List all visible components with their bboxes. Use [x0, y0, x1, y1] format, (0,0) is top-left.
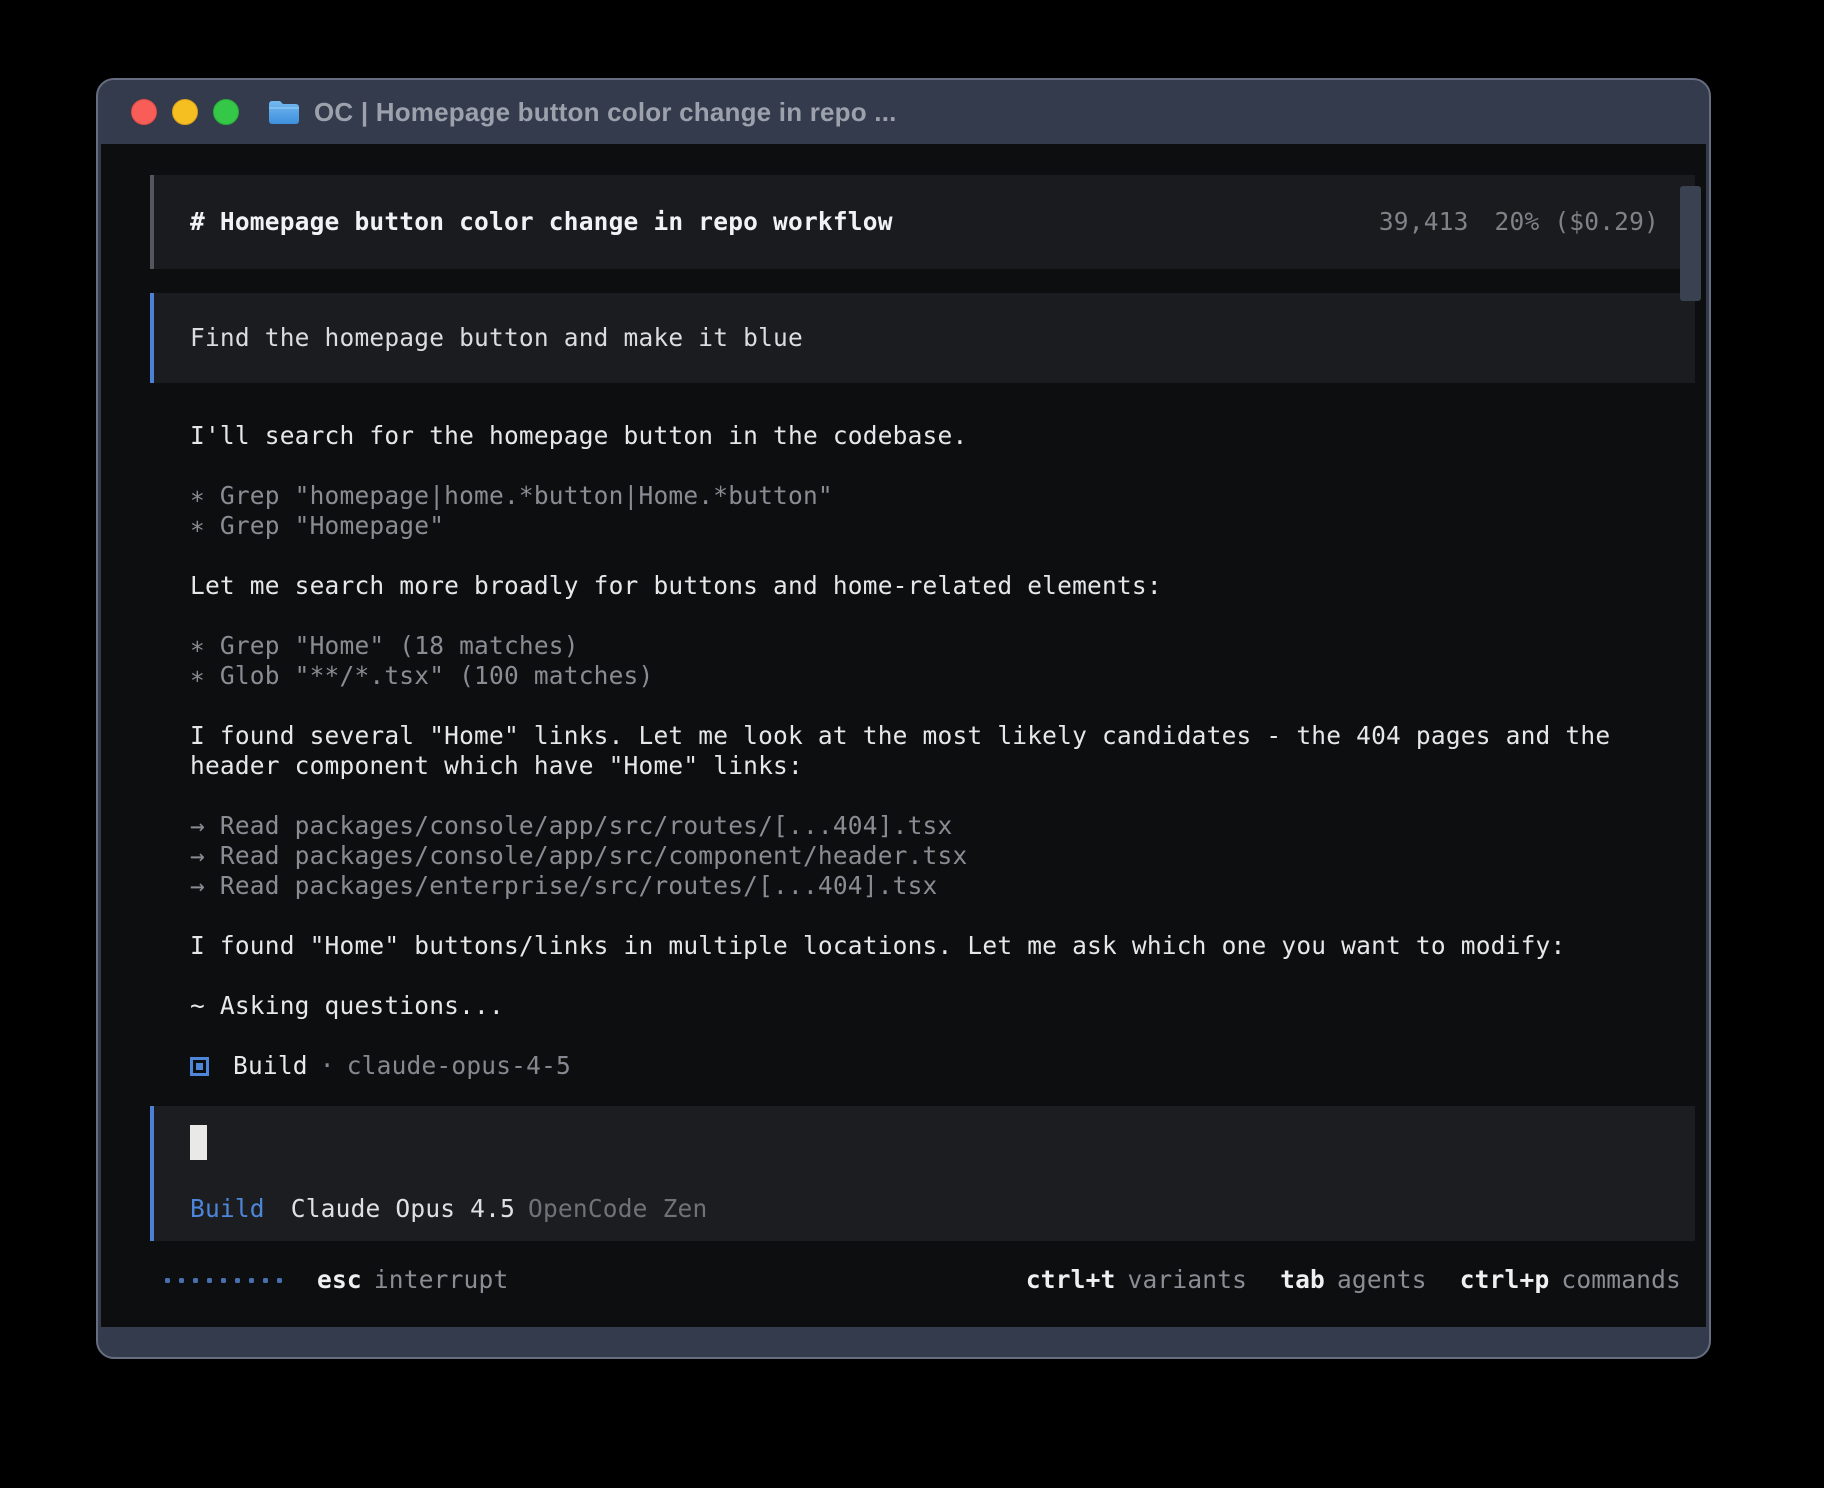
minimize-button[interactable]	[172, 99, 198, 125]
task-agent-name: Build	[233, 1051, 308, 1081]
spinner-dot	[263, 1278, 268, 1283]
status-left: esc interrupt	[150, 1265, 508, 1295]
assistant-line: Let me search more broadly for buttons a…	[190, 571, 1690, 601]
shortcut-key: esc	[317, 1265, 362, 1295]
shortcut-label: commands	[1561, 1265, 1681, 1295]
prompt-input[interactable]: Build Claude Opus 4.5 OpenCode Zen	[150, 1106, 1695, 1241]
status-right: ctrl+t variants tab agents ctrl+p comman…	[1026, 1265, 1695, 1295]
tool-calls-grep: ∗ Grep "homepage|home.*button|Home.*butt…	[150, 481, 1690, 541]
status-bar: esc interrupt ctrl+t variants tab agents…	[150, 1265, 1695, 1295]
spinner-dot	[179, 1278, 184, 1283]
input-meta: Build Claude Opus 4.5 OpenCode Zen	[190, 1194, 707, 1224]
assistant-line: I found "Home" buttons/links in multiple…	[190, 931, 1690, 961]
scrollbar-thumb[interactable]	[1680, 186, 1701, 301]
tool-calls-search: ∗ Grep "Home" (18 matches) ∗ Glob "**/*.…	[150, 631, 1690, 691]
tool-call-line: ∗ Glob "**/*.tsx" (100 matches)	[190, 661, 1690, 691]
context-usage: 20% ($0.29)	[1495, 207, 1659, 237]
folder-icon	[267, 98, 301, 126]
tool-call-line: → Read packages/console/app/src/componen…	[190, 841, 1690, 871]
terminal-screen[interactable]: # Homepage button color change in repo w…	[101, 144, 1706, 1327]
assistant-line: header component which have "Home" links…	[190, 751, 1690, 781]
shortcut-key: tab	[1280, 1265, 1325, 1295]
shortcut-key: ctrl+t	[1026, 1265, 1116, 1295]
text-cursor	[190, 1125, 207, 1160]
titlebar[interactable]: OC | Homepage button color change in rep…	[98, 80, 1709, 144]
agent-square-icon	[190, 1057, 209, 1076]
spinner-dot	[277, 1278, 282, 1283]
shortcut-agents: tab agents	[1280, 1265, 1427, 1295]
assistant-line: I found several "Home" links. Let me loo…	[190, 721, 1690, 751]
session-title: # Homepage button color change in repo w…	[190, 207, 893, 237]
spinner-dot	[165, 1278, 170, 1283]
spinner-dots	[165, 1278, 282, 1283]
terminal-window: OC | Homepage button color change in rep…	[96, 78, 1711, 1359]
spinner-dot	[193, 1278, 198, 1283]
task-model-name: claude-opus-4-5	[347, 1051, 571, 1081]
token-count: 39,413	[1379, 207, 1469, 237]
mode-label[interactable]: Build	[190, 1194, 265, 1224]
assistant-message: I found several "Home" links. Let me loo…	[150, 721, 1690, 781]
assistant-message: I found "Home" buttons/links in multiple…	[150, 931, 1690, 961]
provider-label: OpenCode Zen	[528, 1194, 707, 1224]
tool-call-line: → Read packages/enterprise/src/routes/[.…	[190, 871, 1690, 901]
assistant-message: I'll search for the homepage button in t…	[150, 421, 1690, 451]
shortcut-interrupt: esc interrupt	[317, 1265, 508, 1295]
spinner-dot	[221, 1278, 226, 1283]
tool-call-line: ∗ Grep "Homepage"	[190, 511, 1690, 541]
tool-call-line: → Read packages/console/app/src/routes/[…	[190, 811, 1690, 841]
traffic-lights	[131, 99, 239, 125]
assistant-message: Let me search more broadly for buttons a…	[150, 571, 1690, 601]
active-task: Build · claude-opus-4-5	[150, 1051, 1690, 1081]
spinner-dot	[235, 1278, 240, 1283]
shortcut-key: ctrl+p	[1460, 1265, 1550, 1295]
window-title: OC | Homepage button color change in rep…	[314, 97, 897, 128]
assistant-status: ~ Asking questions...	[150, 991, 1690, 1021]
spinner-dot	[207, 1278, 212, 1283]
tool-calls-read: → Read packages/console/app/src/routes/[…	[150, 811, 1690, 901]
tool-call-line: ∗ Grep "homepage|home.*button|Home.*butt…	[190, 481, 1690, 511]
shortcut-commands: ctrl+p commands	[1460, 1265, 1681, 1295]
user-message-text: Find the homepage button and make it blu…	[190, 323, 803, 353]
shortcut-label: variants	[1128, 1265, 1248, 1295]
task-separator: ·	[320, 1051, 335, 1081]
user-message: Find the homepage button and make it blu…	[150, 293, 1695, 383]
model-label[interactable]: Claude Opus 4.5	[291, 1194, 515, 1224]
assistant-line: I'll search for the homepage button in t…	[190, 421, 1690, 451]
shortcut-label: agents	[1337, 1265, 1427, 1295]
shortcut-label: interrupt	[374, 1265, 509, 1295]
tool-call-line: ∗ Grep "Home" (18 matches)	[190, 631, 1690, 661]
spinner-dot	[249, 1278, 254, 1283]
session-header: # Homepage button color change in repo w…	[150, 175, 1695, 269]
assistant-line: ~ Asking questions...	[190, 991, 1690, 1021]
close-button[interactable]	[131, 99, 157, 125]
zoom-button[interactable]	[213, 99, 239, 125]
session-stats: 39,413 20% ($0.29)	[1379, 207, 1659, 237]
shortcut-variants: ctrl+t variants	[1026, 1265, 1247, 1295]
